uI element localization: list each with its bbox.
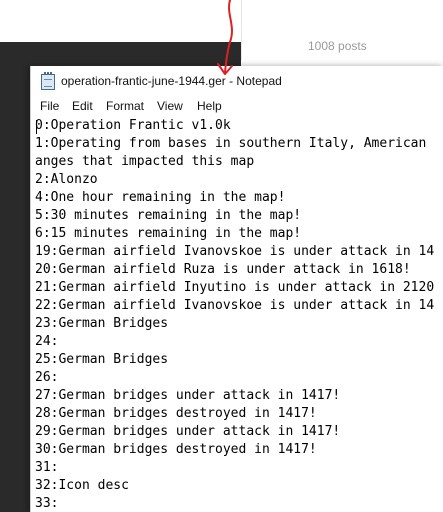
text-line: 28:German bridges destroyed in 1417! <box>35 406 317 421</box>
text-line: 29:German bridges under attack in 1417! <box>35 424 341 439</box>
menu-format[interactable]: Format <box>106 99 144 113</box>
menu-file[interactable]: File <box>40 99 59 113</box>
text-editor[interactable]: 0:Operation Frantic v1.0k 1:Operating fr… <box>31 117 443 512</box>
text-line: 19:German airfield Ivanovskoe is under a… <box>35 244 435 259</box>
text-line: 25:German Bridges <box>35 352 169 367</box>
text-line: 30:German bridges destroyed in 1417! <box>35 442 317 457</box>
text-line: 2:Alonzo <box>35 172 98 187</box>
text-line: 31: <box>35 460 59 475</box>
menu-view[interactable]: View <box>157 99 183 113</box>
menu-edit[interactable]: Edit <box>72 99 93 113</box>
menu-bar: File Edit Format View Help <box>31 96 443 116</box>
text-line: 32:Icon desc <box>35 478 129 493</box>
text-line: 4:One hour remaining in the map! <box>35 190 286 205</box>
posts-count: 1008 posts <box>308 39 367 53</box>
text-line: 23:German Bridges <box>35 316 169 331</box>
text-line: 27:German bridges under attack in 1417! <box>35 388 341 403</box>
text-line: 6:15 minutes remaining in the map! <box>35 226 302 241</box>
menu-help[interactable]: Help <box>197 99 222 113</box>
window-title: operation-frantic-june-1944.ger - Notepa… <box>61 74 282 88</box>
text-line: 22:German airfield Ivanovskoe is under a… <box>35 298 435 313</box>
text-line: 33: <box>35 496 59 511</box>
text-line: 0:Operation Frantic v1.0k <box>35 118 231 133</box>
red-arrow-annotation <box>217 0 233 75</box>
text-line: 21:German airfield Inyutino is under att… <box>35 280 435 295</box>
text-line: anges that impacted this map <box>35 154 255 169</box>
text-line: 1:Operating from bases in southern Italy… <box>35 136 427 151</box>
text-line: 5:30 minutes remaining in the map! <box>35 208 302 223</box>
text-line: 26: <box>35 370 59 385</box>
text-line: 24: <box>35 334 59 349</box>
notepad-icon <box>41 72 55 90</box>
text-caret <box>36 120 37 134</box>
text-line: 20:German airfield Ruza is under attack … <box>35 262 411 277</box>
notepad-window: operation-frantic-june-1944.ger - Notepa… <box>30 66 443 512</box>
